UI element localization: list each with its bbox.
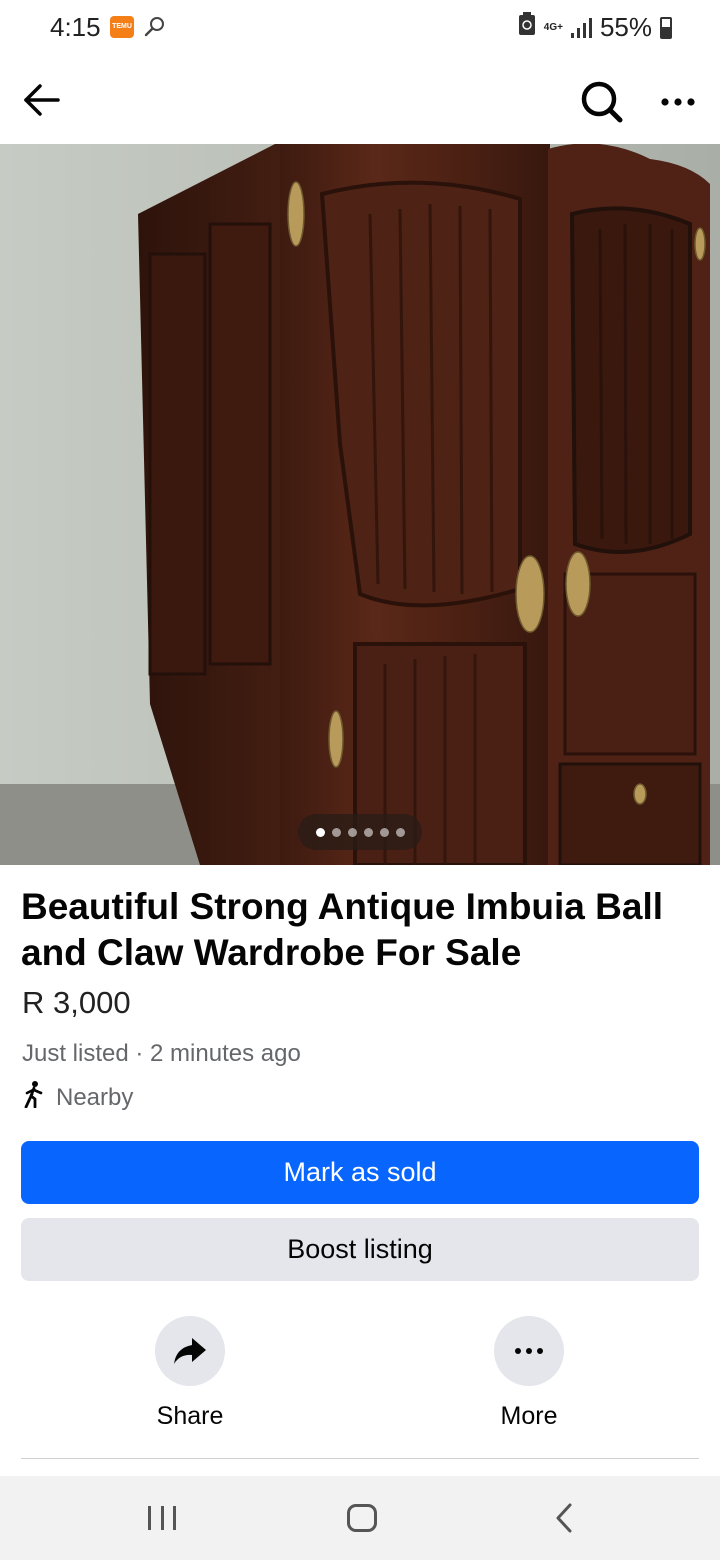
battery-icon xyxy=(660,16,672,39)
back-arrow-icon[interactable] xyxy=(20,78,64,122)
walking-person-icon xyxy=(22,1080,46,1115)
search-notification-icon xyxy=(143,14,167,43)
share-action[interactable]: Share xyxy=(120,1316,260,1431)
temu-notification-icon: TEMU xyxy=(110,16,134,38)
listing-photo[interactable] xyxy=(0,144,720,865)
more-action[interactable]: More xyxy=(459,1316,599,1431)
more-options-icon[interactable] xyxy=(656,82,700,122)
location-label: Nearby xyxy=(56,1083,134,1111)
pagination-dot xyxy=(347,827,357,837)
battery-percent: 55% xyxy=(599,12,652,42)
mark-as-sold-button[interactable]: Mark as sold xyxy=(21,1141,699,1204)
boost-listing-button[interactable]: Boost listing xyxy=(21,1218,699,1281)
pagination-dot xyxy=(315,827,325,837)
signal-icon xyxy=(570,17,592,38)
status-right: 4G+ 55% xyxy=(518,12,672,43)
divider xyxy=(21,1458,699,1459)
search-icon[interactable] xyxy=(578,78,624,124)
listed-time: Just listed · 2 minutes ago xyxy=(22,1040,301,1067)
status-time: 4:15 xyxy=(50,12,101,42)
pagination-dot xyxy=(363,827,373,837)
system-nav-bar xyxy=(0,1476,720,1560)
share-label: Share xyxy=(156,1402,224,1430)
listing-price: R 3,000 xyxy=(22,985,131,1020)
home-icon[interactable] xyxy=(347,1504,377,1532)
more-label: More xyxy=(500,1402,558,1430)
recent-apps-icon[interactable] xyxy=(148,1506,176,1530)
battery-saver-icon xyxy=(518,12,536,43)
pagination-dot xyxy=(395,827,405,837)
more-horizontal-icon[interactable] xyxy=(494,1316,564,1386)
pagination-dot xyxy=(331,827,341,837)
listing-title: Beautiful Strong Antique Imbuia Ball and… xyxy=(21,886,664,973)
pagination-dot xyxy=(379,827,389,837)
status-bar: 4:15 TEMU 4G+ 55% xyxy=(0,0,720,56)
top-nav xyxy=(0,56,720,144)
location-row: Nearby xyxy=(22,1080,133,1115)
network-type: 4G+ xyxy=(543,21,563,33)
share-arrow-icon[interactable] xyxy=(155,1316,225,1386)
system-back-icon[interactable] xyxy=(550,1502,580,1534)
photo-pagination xyxy=(298,814,422,850)
